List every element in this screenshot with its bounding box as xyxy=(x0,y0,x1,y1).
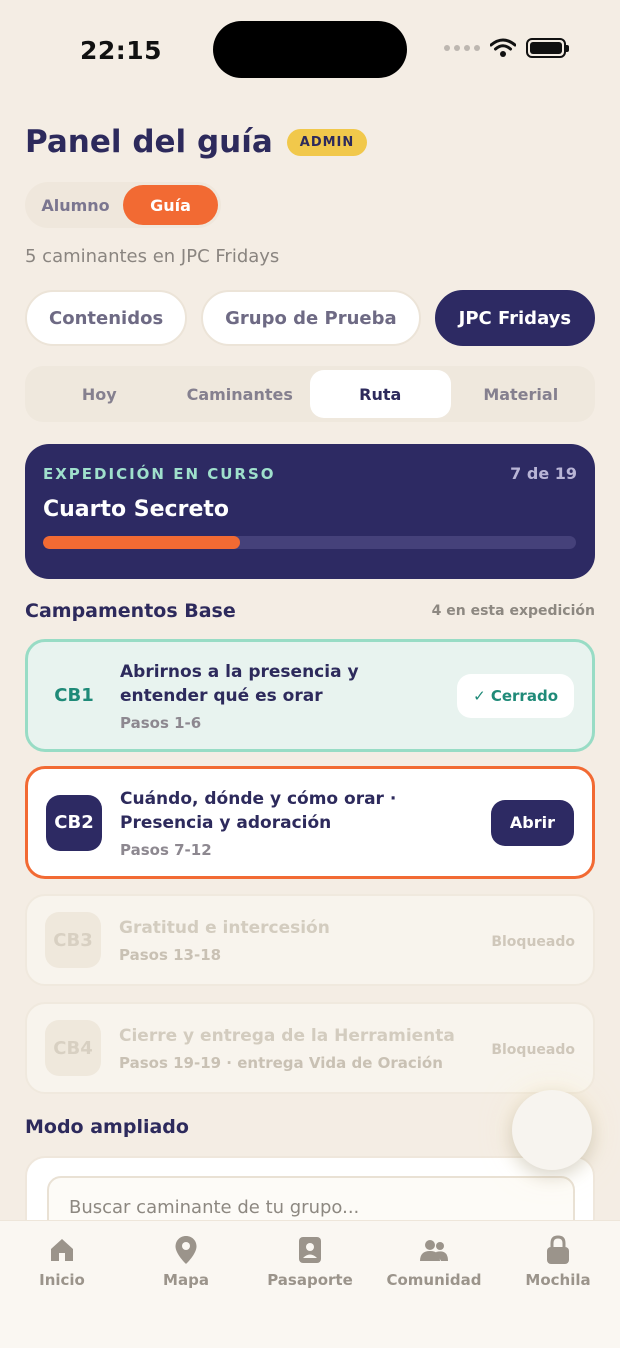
group-chip-jpc-fridays[interactable]: JPC Fridays xyxy=(434,290,596,346)
camps-section-meta: 4 en esta expedición xyxy=(431,603,595,619)
camp-code: CB1 xyxy=(54,685,94,706)
camp-code: CB4 xyxy=(45,1020,101,1076)
camps-section-title: Campamentos Base xyxy=(25,600,236,622)
expedition-label: EXPEDICIÓN EN CURSO xyxy=(43,464,276,483)
camp-title: Cierre y entrega de la Herramienta xyxy=(119,1026,455,1046)
camp-card-cb2[interactable]: CB2 Cuándo, dónde y cómo orar · Presenci… xyxy=(25,766,595,879)
map-pin-icon xyxy=(171,1235,201,1265)
group-chip-grupo-de-prueba[interactable]: Grupo de Prueba xyxy=(201,290,421,346)
floating-action-button[interactable] xyxy=(512,1090,592,1170)
camp-steps: Pasos 1-6 xyxy=(120,713,202,732)
nav-item-mochila[interactable]: Mochila xyxy=(496,1235,620,1348)
camp-card-cb1[interactable]: CB1 Abrirnos a la presencia y entender q… xyxy=(25,639,595,752)
dynamic-island xyxy=(213,21,407,78)
nav-item-comunidad[interactable]: Comunidad xyxy=(372,1235,496,1348)
status-icons xyxy=(444,38,569,58)
camp-title: Gratitud e intercesión xyxy=(119,918,330,938)
bottom-nav: Inicio Mapa Pasaporte Comunidad Mochila xyxy=(0,1220,620,1348)
nav-label: Mapa xyxy=(163,1271,209,1289)
wifi-icon xyxy=(490,38,516,57)
community-icon xyxy=(419,1235,449,1265)
home-icon xyxy=(47,1235,77,1265)
admin-badge: ADMIN xyxy=(286,128,368,156)
role-option-guia[interactable]: Guía xyxy=(123,185,218,225)
nav-item-mapa[interactable]: Mapa xyxy=(124,1235,248,1348)
nav-label: Pasaporte xyxy=(267,1271,353,1289)
tab-material[interactable]: Material xyxy=(451,370,592,418)
nav-label: Comunidad xyxy=(386,1271,482,1289)
header: Panel del guía ADMIN xyxy=(25,124,368,160)
status-time: 22:15 xyxy=(80,36,163,65)
group-selector: Contenidos Grupo de Prueba JPC Fridays xyxy=(25,290,596,346)
camp-code: CB3 xyxy=(45,912,101,968)
nav-item-inicio[interactable]: Inicio xyxy=(0,1235,124,1348)
expedition-progress-fill xyxy=(43,536,241,549)
expedition-card[interactable]: EXPEDICIÓN EN CURSO 7 de 19 Cuarto Secre… xyxy=(25,444,595,579)
expanded-mode-title: Modo ampliado xyxy=(25,1116,189,1138)
expedition-name: Cuarto Secreto xyxy=(43,497,230,522)
lock-icon xyxy=(543,1235,573,1265)
group-summary: 5 caminantes en JPC Fridays xyxy=(25,246,280,267)
camp-title: Abrirnos a la presencia y entender qué e… xyxy=(120,661,359,706)
role-toggle: Alumno Guía xyxy=(25,182,221,228)
open-camp-button[interactable]: Abrir xyxy=(490,799,574,846)
locked-label: Bloqueado xyxy=(491,1041,575,1058)
camps-section-header: Campamentos Base 4 en esta expedición xyxy=(25,600,595,622)
signal-icon xyxy=(444,45,480,51)
group-chip-contenidos[interactable]: Contenidos xyxy=(25,290,188,346)
passport-icon xyxy=(295,1235,325,1265)
locked-label: Bloqueado xyxy=(491,933,575,950)
tab-caminantes[interactable]: Caminantes xyxy=(170,370,311,418)
camp-card-cb3: CB3 Gratitud e intercesión Pasos 13-18 B… xyxy=(25,894,595,986)
section-tabs: Hoy Caminantes Ruta Material xyxy=(25,366,595,422)
expedition-count: 7 de 19 xyxy=(510,464,577,483)
camp-steps: Pasos 13-18 xyxy=(119,946,222,964)
camp-steps: Pasos 7-12 xyxy=(120,840,212,859)
camp-card-cb4: CB4 Cierre y entrega de la Herramienta P… xyxy=(25,1002,595,1094)
expedition-progress-bar xyxy=(43,536,576,549)
camp-steps: Pasos 19-19 · entrega Vida de Oración xyxy=(119,1054,443,1072)
tab-ruta[interactable]: Ruta xyxy=(310,370,451,418)
page-title: Panel del guía xyxy=(25,124,273,160)
camp-title: Cuándo, dónde y cómo orar · Presencia y … xyxy=(120,788,397,833)
nav-item-pasaporte[interactable]: Pasaporte xyxy=(248,1235,372,1348)
nav-label: Inicio xyxy=(39,1271,85,1289)
tab-hoy[interactable]: Hoy xyxy=(29,370,170,418)
role-option-alumno[interactable]: Alumno xyxy=(28,185,123,225)
camp-code: CB2 xyxy=(46,794,102,851)
status-bar: 22:15 xyxy=(0,0,620,100)
battery-icon xyxy=(526,38,569,58)
camp-closed-status-button[interactable]: ✓ Cerrado xyxy=(457,673,574,718)
nav-label: Mochila xyxy=(525,1271,591,1289)
